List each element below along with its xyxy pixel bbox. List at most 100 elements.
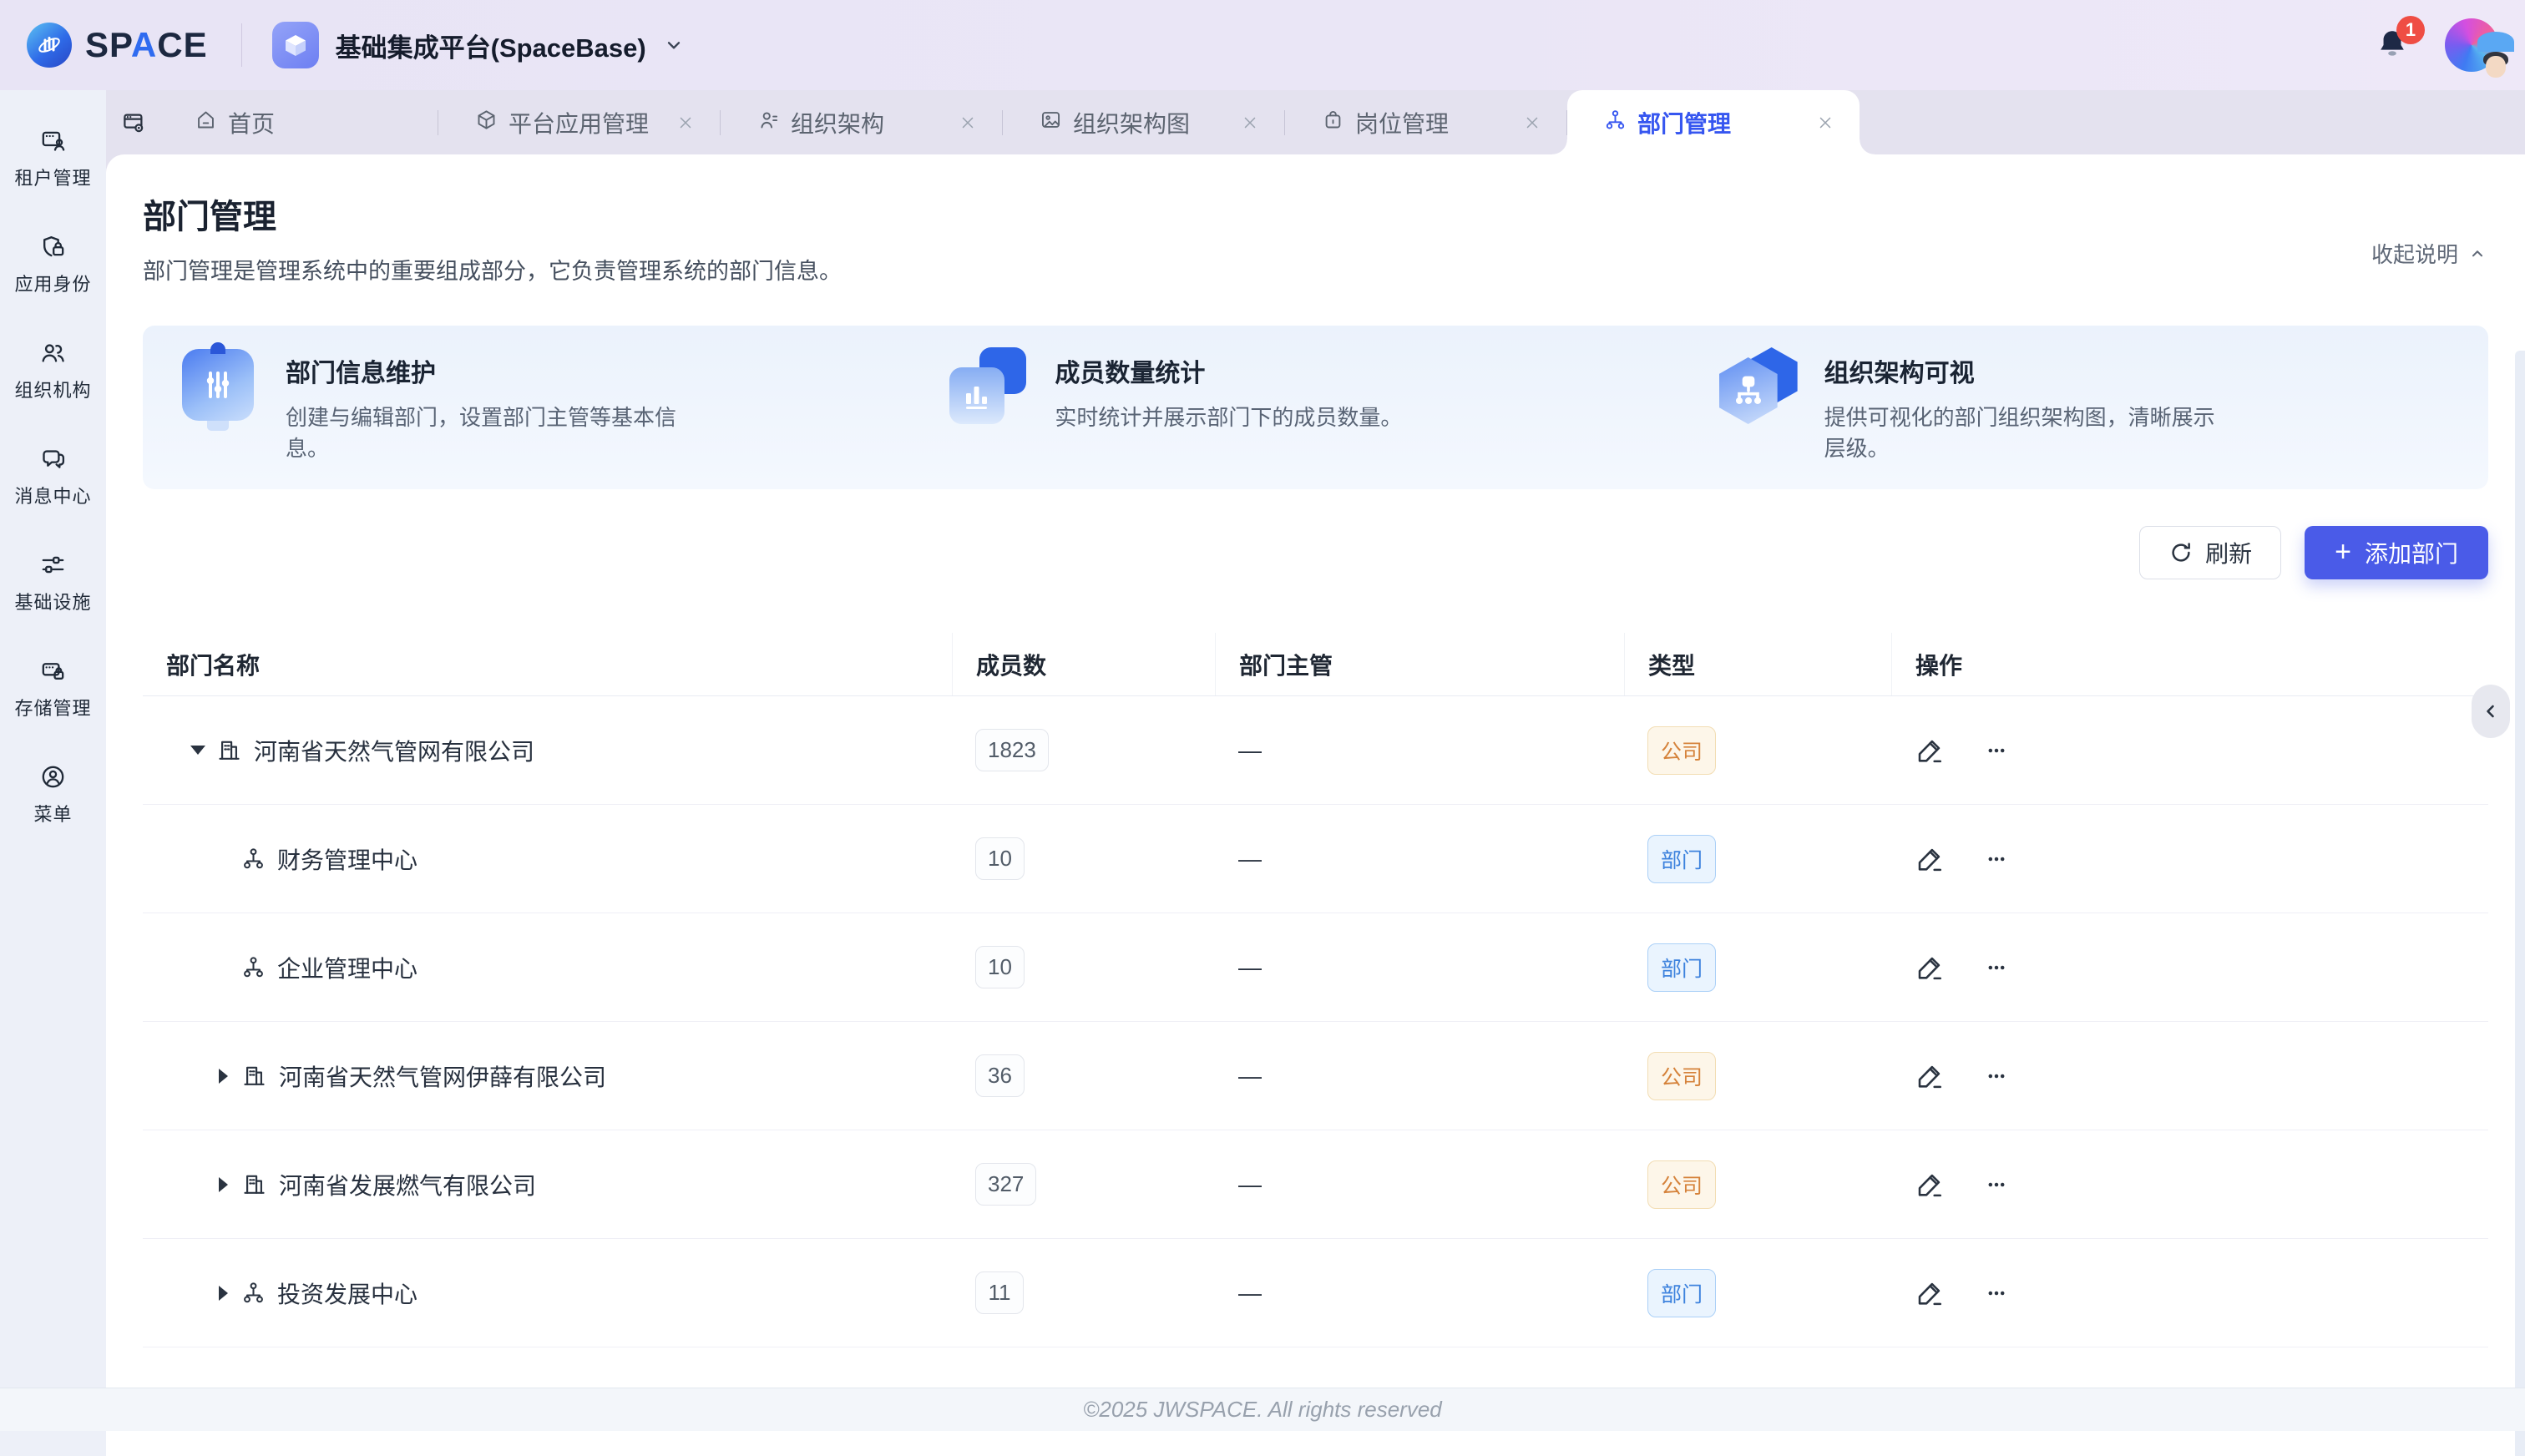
department-name: 河南省天然气管网有限公司: [254, 734, 534, 767]
panel-config-icon: [180, 347, 261, 427]
sidebar-item-app-identity[interactable]: 应用身份: [0, 211, 106, 317]
table-row: 河南省天然气管网有限公司1823—公司: [143, 696, 2488, 805]
close-icon[interactable]: [1816, 114, 1834, 132]
tab-label: 部门管理: [1637, 106, 1731, 139]
department-name-cell: 财务管理中心: [143, 842, 952, 876]
caret-right-icon[interactable]: [210, 1286, 236, 1301]
chat-bubbles-icon: [39, 445, 67, 473]
member-count-badge: 1823: [975, 729, 1049, 771]
company-building-icon: [241, 1171, 267, 1197]
caret-down-icon[interactable]: [185, 746, 211, 755]
chevron-down-icon: [663, 34, 685, 56]
tab-department[interactable]: 部门管理: [1567, 90, 1860, 154]
more-actions-button[interactable]: [1981, 1278, 2011, 1308]
cube-icon: [475, 109, 498, 137]
caret-right-icon[interactable]: [210, 1177, 236, 1192]
sidebar-item-organization[interactable]: 组织机构: [0, 317, 106, 423]
members-cell: 10: [952, 946, 1215, 988]
chevron-left-icon: [2481, 701, 2501, 721]
chevron-up-icon: [2468, 245, 2487, 263]
department-name-cell: 河南省天然气管网伊薛有限公司: [143, 1059, 952, 1093]
type-badge: 部门: [1647, 943, 1716, 992]
sidebar: 租户管理应用身份组织机构消息中心基础设施存储管理菜单: [0, 90, 106, 1456]
feature-card-member-stats: 成员数量统计实时统计并展示部门下的成员数量。: [949, 347, 1718, 433]
feature-title: 部门信息维护: [286, 352, 686, 389]
tab-position[interactable]: 岗位管理: [1285, 90, 1566, 154]
page-head: 部门管理 部门管理是管理系统中的重要组成部分，它负责管理系统的部门信息。 收起说…: [106, 154, 2525, 286]
sidebar-item-menu[interactable]: 菜单: [0, 741, 106, 847]
tab-label: 岗位管理: [1355, 106, 1449, 139]
add-department-button[interactable]: + 添加部门: [2305, 526, 2488, 579]
more-actions-button[interactable]: [1981, 736, 2011, 766]
caret-glyph: [219, 1069, 228, 1084]
avatar[interactable]: [2445, 18, 2498, 72]
sliders-icon: [39, 551, 67, 579]
home-icon: [195, 109, 217, 137]
shield-lock-icon: [39, 233, 67, 260]
edit-button[interactable]: [1915, 1061, 1945, 1091]
column-header: 部门主管: [1215, 633, 1624, 695]
edit-button[interactable]: [1915, 1170, 1945, 1200]
table-header: 部门名称成员数部门主管类型操作: [143, 633, 2488, 696]
tab-panel-icon: [121, 110, 146, 135]
members-cell: 10: [952, 837, 1215, 880]
members-cell: 1823: [952, 729, 1215, 771]
collapse-panel-handle[interactable]: [2472, 685, 2510, 738]
copyright-text: ©2025 JWSPACE. All rights reserved: [1083, 1397, 1442, 1423]
supervisor-cell: —: [1215, 1063, 1624, 1089]
actions-cell: [1891, 953, 2488, 983]
scrollbar[interactable]: [2515, 351, 2525, 1456]
supervisor-cell: —: [1215, 1171, 1624, 1198]
person-circle-icon: [39, 763, 67, 791]
more-actions-button[interactable]: [1981, 1170, 2011, 1200]
department-sitemap-icon: [241, 847, 266, 871]
brand[interactable]: SPACE: [27, 23, 208, 68]
tab-org-chart[interactable]: 组织架构图: [1003, 90, 1284, 154]
tab-org-structure[interactable]: 组织架构: [721, 90, 1002, 154]
members-cell: 11: [952, 1271, 1215, 1314]
tab-home[interactable]: 首页: [161, 90, 438, 154]
sidebar-item-storage[interactable]: 存储管理: [0, 635, 106, 741]
supervisor-value: —: [1238, 737, 1262, 763]
close-icon[interactable]: [1523, 114, 1541, 132]
type-cell: 公司: [1624, 1052, 1891, 1100]
notification-bell[interactable]: 1: [2373, 26, 2411, 64]
more-actions-button[interactable]: [1981, 953, 2011, 983]
table-body: 河南省天然气管网有限公司1823—公司财务管理中心10—部门企业管理中心10—部…: [143, 696, 2488, 1456]
type-cell: 部门: [1624, 943, 1891, 992]
collapse-note-label: 收起说明: [2371, 238, 2458, 269]
members-cell: 327: [952, 1163, 1215, 1206]
sidebar-item-label: 应用身份: [14, 270, 91, 296]
close-icon[interactable]: [959, 114, 977, 132]
tab-options-button[interactable]: [106, 90, 161, 154]
caret-right-icon[interactable]: [210, 1069, 236, 1084]
sidebar-item-tenant[interactable]: 租户管理: [0, 105, 106, 211]
refresh-button[interactable]: 刷新: [2139, 526, 2281, 579]
caret-glyph: [219, 1177, 228, 1192]
member-count-badge: 10: [975, 946, 1025, 988]
edit-button[interactable]: [1915, 844, 1945, 874]
department-name-cell: 企业管理中心: [143, 951, 952, 984]
org-hexagon-icon: [1719, 347, 1799, 427]
refresh-label: 刷新: [2205, 536, 2252, 569]
person-list-icon: [757, 109, 780, 137]
tabbar: 首页平台应用管理组织架构组织架构图 岗位管理 部门管理: [106, 90, 2525, 154]
tab-platform-apps[interactable]: 平台应用管理: [438, 90, 720, 154]
bar-chart-icon: [949, 347, 1030, 427]
more-actions-button[interactable]: [1981, 844, 2011, 874]
sidebar-item-message-center[interactable]: 消息中心: [0, 423, 106, 529]
close-icon[interactable]: [1241, 114, 1259, 132]
company-building-icon: [241, 1063, 267, 1089]
sitemap-icon: [1604, 109, 1627, 137]
sidebar-item-infrastructure[interactable]: 基础设施: [0, 529, 106, 635]
edit-button[interactable]: [1915, 1278, 1945, 1308]
space-logo-icon: [27, 23, 72, 68]
edit-button[interactable]: [1915, 736, 1945, 766]
feature-card-dept-info: 部门信息维护创建与编辑部门，设置部门主管等基本信息。: [180, 347, 949, 464]
close-icon[interactable]: [676, 114, 695, 132]
app-selector[interactable]: 基础集成平台(SpaceBase): [272, 22, 685, 68]
edit-button[interactable]: [1915, 953, 1945, 983]
more-actions-button[interactable]: [1981, 1061, 2011, 1091]
supervisor-cell: —: [1215, 954, 1624, 981]
collapse-note-button[interactable]: 收起说明: [2371, 238, 2487, 269]
